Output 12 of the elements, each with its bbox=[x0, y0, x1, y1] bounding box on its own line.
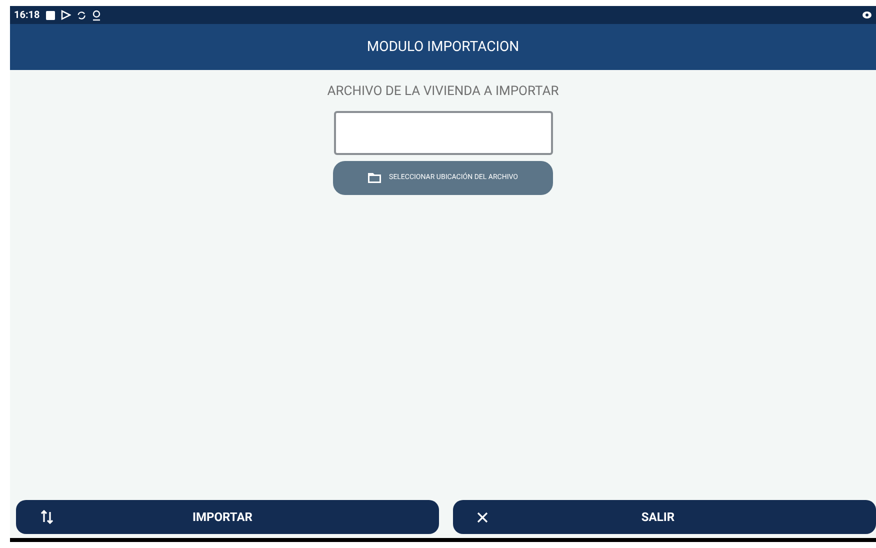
header-title: MODULO IMPORTACION bbox=[366, 38, 520, 56]
swap-arrows-icon bbox=[40, 509, 54, 525]
exit-button[interactable]: SALIR bbox=[453, 500, 876, 534]
folder-icon bbox=[368, 172, 382, 182]
sync-icon bbox=[76, 10, 86, 20]
import-button[interactable]: IMPORTAR bbox=[16, 500, 439, 534]
close-icon bbox=[477, 512, 488, 522]
file-label: ARCHIVO DE LA VIVIENDA A IMPORTAR bbox=[327, 83, 559, 101]
play-icon bbox=[60, 10, 71, 20]
status-time: 16:18 bbox=[14, 8, 40, 22]
eye-icon bbox=[862, 11, 872, 19]
file-path-field[interactable] bbox=[334, 110, 552, 154]
